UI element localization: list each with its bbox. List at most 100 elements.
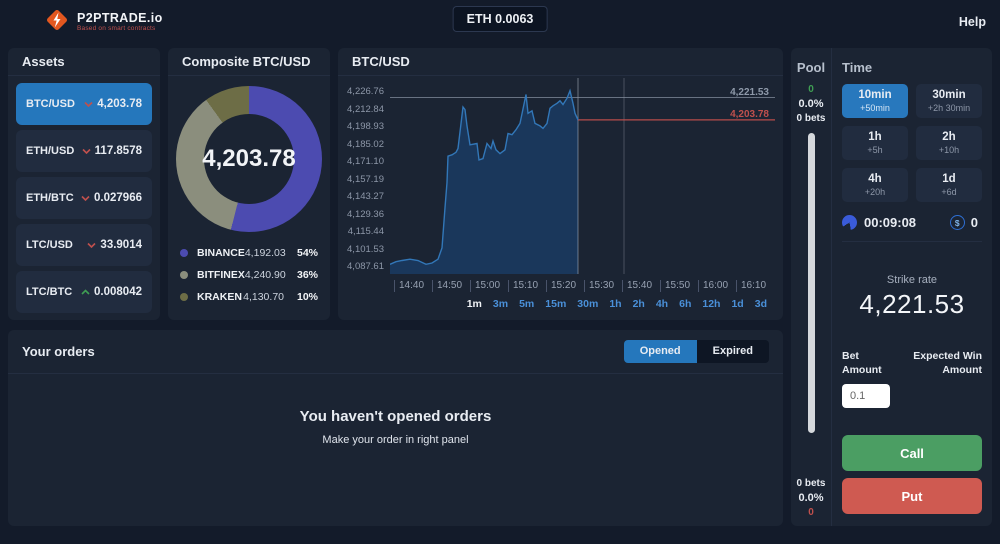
bets-balance: 0 [971,215,978,230]
legend-dot-icon [180,271,188,279]
strike-rate-label: Strike rate [842,274,982,286]
orders-empty-title: You haven't opened orders [300,408,492,425]
asset-item-eth-usd[interactable]: ETH/USD117.8578 [16,130,152,172]
x-tick-label: 15:50 [660,280,690,292]
orders-empty-subtitle: Make your order in right panel [322,434,468,446]
logo-diamond-icon [44,7,70,38]
time-option-2h[interactable]: 2h+10h [916,126,982,160]
chevron-down-icon [82,142,91,160]
asset-item-ltc-btc[interactable]: LTC/BTC 0.008042 [16,271,152,313]
time-option-sub: +5h [867,145,882,155]
topbar: P2PTRADE.io Based on smart contracts ETH… [0,0,1000,44]
asset-value: 0.008042 [94,286,142,298]
brand-tagline: Based on smart contracts [77,26,163,33]
legend-dot-icon [180,249,188,257]
timeframe-30m[interactable]: 30m [577,298,598,310]
time-option-sub: +6d [941,187,956,197]
price-area-chart [390,78,775,279]
timeframe-1h[interactable]: 1h [609,298,621,310]
legend-dot-icon [180,293,188,301]
pool-top-value: 0 [791,84,831,95]
legend-row-binance: BINANCE4,192.03 54% [180,242,318,264]
asset-item-eth-btc[interactable]: ETH/BTC 0.027966 [16,177,152,219]
y-tick-label: 4,212.84 [347,104,384,115]
time-option-1d[interactable]: 1d+6d [916,168,982,202]
asset-pair-label: LTC/BTC [26,286,72,298]
timeframe-5m[interactable]: 5m [519,298,534,310]
help-link[interactable]: Help [959,15,986,29]
pool-bottom-bets: 0 bets [791,478,831,489]
timeframe-1d[interactable]: 1d [731,298,743,310]
timeframe-6h[interactable]: 6h [679,298,691,310]
time-option-30min[interactable]: 30min+2h 30min [916,84,982,118]
time-title: Time [842,60,982,75]
app-root: P2PTRADE.io Based on smart contracts ETH… [0,0,1000,544]
x-tick-label: 14:40 [394,280,424,292]
trade-panel: Pool 0 0.0% 0 bets 0 bets 0.0% 0 Time 10… [791,48,992,526]
put-button[interactable]: Put [842,478,982,514]
composite-center-value: 4,203.78 [176,86,322,232]
time-option-label: 4h [868,173,881,186]
composite-donut-chart: 4,203.78 [176,86,322,232]
x-tick-label: 15:10 [508,280,538,292]
pool-column: Pool 0 0.0% 0 bets 0 bets 0.0% 0 [791,48,832,526]
assets-panel: Assets BTC/USD4,203.78ETH/USD117.8578ETH… [8,48,160,320]
time-option-1h[interactable]: 1h+5h [842,126,908,160]
y-tick-label: 4,226.76 [347,86,384,97]
time-option-4h[interactable]: 4h+20h [842,168,908,202]
timeframe-selector: 1m 3m 5m 15m 30m 1h 2h 4h 6h 12h 1d 3d [467,298,767,310]
x-tick-label: 16:00 [698,280,728,292]
time-option-10min[interactable]: 10min+50min [842,84,908,118]
exchange-price: 4,192.03 [245,247,286,259]
x-tick-label: 16:10 [736,280,766,292]
timer-row: 00:09:08 $ 0 [842,215,982,230]
timeframe-4h[interactable]: 4h [656,298,668,310]
bet-amount-input[interactable] [842,384,890,408]
eth-balance-badge[interactable]: ETH 0.0063 [453,6,548,32]
ticket-column: Time 10min+50min30min+2h 30min1h+5h2h+10… [832,48,992,526]
call-button[interactable]: Call [842,435,982,471]
time-option-label: 2h [942,131,955,144]
pool-bottom-pct: 0.0% [791,492,831,504]
exchange-share: 54% [294,247,318,259]
timeframe-3m[interactable]: 3m [493,298,508,310]
pool-title: Pool [791,60,831,75]
countdown-timer: 00:09:08 [864,215,916,230]
chart-title: BTC/USD [338,48,783,76]
tab-opened[interactable]: Opened [624,340,697,363]
exchange-share: 36% [294,269,318,281]
asset-pair-label: ETH/BTC [26,192,74,204]
current-price-label: 4,203.78 [730,109,769,120]
timeframe-2h[interactable]: 2h [633,298,645,310]
y-tick-label: 4,115.44 [348,226,384,237]
x-tick-label: 15:00 [470,280,500,292]
asset-value: 33.9014 [100,239,142,251]
asset-item-ltc-usd[interactable]: LTC/USD33.9014 [16,224,152,266]
time-option-sub: +2h 30min [928,103,970,113]
timeframe-15m[interactable]: 15m [545,298,566,310]
y-tick-label: 4,157.19 [347,174,384,185]
asset-item-btc-usd[interactable]: BTC/USD4,203.78 [16,83,152,125]
chart-x-axis: 14:4014:5015:0015:1015:2015:3015:4015:50… [390,280,775,294]
time-option-label: 1h [868,131,881,144]
time-option-sub: +50min [860,103,890,113]
chart-y-axis: 4,226.764,212.844,198.934,185.024,171.10… [338,78,386,274]
tab-expired[interactable]: Expired [697,340,769,363]
brand-name: P2PTRADE.io [77,12,163,25]
brand-logo[interactable]: P2PTRADE.io Based on smart contracts [44,7,163,38]
pool-top-pct: 0.0% [791,98,831,110]
time-option-label: 1d [942,173,955,186]
expected-win-label: Expected Win Amount [894,350,982,377]
exchange-name: BINANCE [197,247,245,259]
orders-tabs: Opened Expired [624,340,769,363]
y-tick-label: 4,185.02 [347,139,384,150]
asset-value: 0.027966 [94,192,142,204]
x-tick-label: 15:30 [584,280,614,292]
timeframe-1m[interactable]: 1m [467,298,482,310]
timeframe-3d[interactable]: 3d [755,298,767,310]
y-tick-label: 4,171.10 [347,156,384,167]
pool-top-bets: 0 bets [791,113,831,124]
composite-title: Composite BTC/USD [168,48,330,76]
timeframe-12h[interactable]: 12h [702,298,720,310]
x-tick-label: 15:20 [546,280,576,292]
